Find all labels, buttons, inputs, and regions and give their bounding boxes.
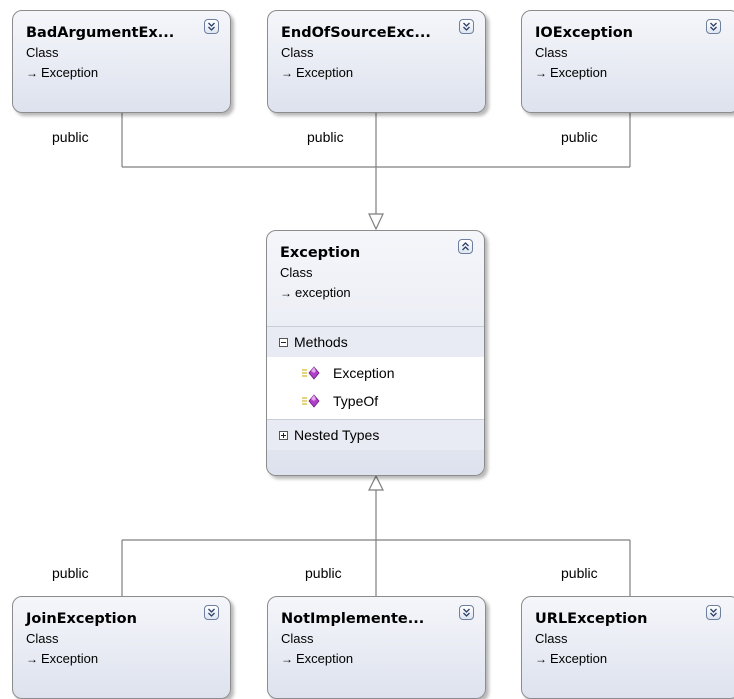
method-item[interactable]: Exception — [267, 359, 484, 387]
class-base: → Exception — [281, 63, 485, 83]
class-card-badargumentexception[interactable]: BadArgumentEx... Class → Exception — [12, 10, 231, 113]
class-name: IOException — [535, 25, 633, 41]
method-icon — [302, 366, 320, 380]
double-chevron-down-icon[interactable] — [204, 605, 219, 620]
class-kind: Class — [281, 45, 314, 60]
class-card-endofsourceexception[interactable]: EndOfSourceExc... Class → Exception — [267, 10, 486, 113]
class-kind: Class — [535, 631, 568, 646]
inheritance-label: public — [307, 129, 344, 145]
double-chevron-down-icon[interactable] — [204, 19, 219, 34]
method-item[interactable]: TypeOf — [267, 387, 484, 415]
inheritance-label: public — [52, 565, 89, 581]
inheritance-label: public — [52, 129, 89, 145]
base-class-name: Exception — [296, 651, 354, 666]
double-chevron-down-icon[interactable] — [459, 19, 474, 34]
base-class-name: Exception — [41, 651, 99, 666]
inheritance-arrowhead — [368, 474, 384, 491]
arrow-right-icon: → — [535, 652, 547, 666]
class-base: → Exception — [26, 63, 230, 83]
class-kind: Class — [26, 45, 59, 60]
inheritance-label: public — [561, 565, 598, 581]
double-chevron-down-icon[interactable] — [459, 605, 474, 620]
arrow-right-icon: → — [281, 66, 293, 80]
base-class-name: Exception — [550, 65, 608, 80]
class-card-notimplementedexception[interactable]: NotImplemente... Class → Exception — [267, 596, 486, 699]
double-chevron-down-icon[interactable] — [706, 19, 721, 34]
class-kind: Class — [26, 631, 59, 646]
base-class-name: Exception — [550, 651, 608, 666]
base-class-name: exception — [295, 285, 351, 300]
double-chevron-down-icon[interactable] — [706, 605, 721, 620]
nested-types-section-header[interactable]: Nested Types — [267, 419, 484, 450]
methods-list: Exception TypeOf — [267, 357, 484, 419]
class-base: → Exception — [26, 649, 230, 669]
arrow-right-icon: → — [26, 66, 38, 80]
inheritance-arrowhead — [368, 213, 384, 231]
collapse-icon[interactable] — [279, 337, 288, 347]
methods-section-header[interactable]: Methods — [267, 326, 484, 357]
class-kind: Class — [280, 265, 313, 280]
double-chevron-up-icon[interactable] — [458, 239, 473, 254]
class-kind: Class — [281, 631, 314, 646]
class-card-urlexception[interactable]: URLException Class → Exception — [521, 596, 734, 699]
class-base: → exception — [280, 283, 484, 303]
methods-label: Methods — [294, 334, 348, 350]
method-name: Exception — [333, 365, 395, 381]
class-base: → Exception — [535, 63, 734, 83]
class-kind: Class — [535, 45, 568, 60]
arrow-right-icon: → — [535, 66, 547, 80]
class-name: EndOfSourceExc... — [281, 25, 431, 41]
class-base: → Exception — [281, 649, 485, 669]
base-class-name: Exception — [41, 65, 99, 80]
class-name: URLException — [535, 611, 648, 627]
nested-types-label: Nested Types — [294, 427, 380, 443]
class-name: JoinException — [26, 611, 137, 627]
method-name: TypeOf — [333, 393, 379, 409]
expand-icon[interactable] — [279, 430, 288, 440]
arrow-right-icon: → — [280, 286, 292, 300]
class-name: Exception — [280, 245, 361, 261]
base-class-name: Exception — [296, 65, 354, 80]
class-card-exception[interactable]: Exception Class → exception Methods Excep… — [266, 230, 485, 476]
inheritance-label: public — [561, 129, 598, 145]
class-name: NotImplemente... — [281, 611, 425, 627]
arrow-right-icon: → — [281, 652, 293, 666]
arrow-right-icon: → — [26, 652, 38, 666]
class-name: BadArgumentEx... — [26, 25, 175, 41]
method-icon — [302, 394, 320, 408]
class-card-joinexception[interactable]: JoinException Class → Exception — [12, 596, 231, 699]
class-card-ioexception[interactable]: IOException Class → Exception — [521, 10, 734, 113]
class-base: → Exception — [535, 649, 734, 669]
inheritance-label: public — [305, 565, 342, 581]
